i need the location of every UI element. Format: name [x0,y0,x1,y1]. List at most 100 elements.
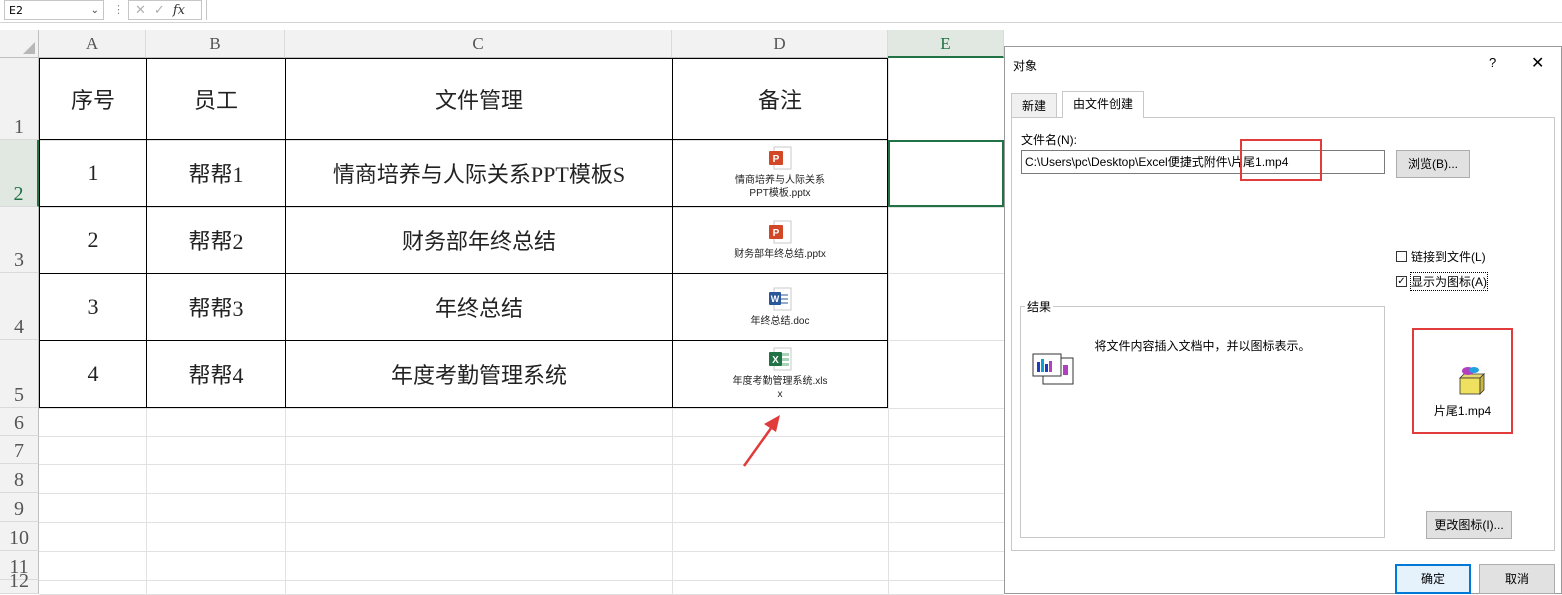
gridline-horizontal [39,464,1004,465]
browse-button[interactable]: 浏览(B)... [1396,150,1470,178]
cell-attachment[interactable]: W 年终总结.doc [672,273,888,341]
selected-cell-border [888,140,1004,207]
name-box[interactable]: E2 ⌄ [4,0,104,20]
dialog-title: 对象 [1013,59,1038,73]
attachment-name: 年度考勤管理系统.xlsx [732,376,828,400]
filename-label: 文件名(N): [1021,133,1077,147]
tab-new[interactable]: 新建 [1011,93,1058,117]
powerpoint-icon: P [769,146,792,170]
header-cell-file[interactable]: 文件管理 [285,58,673,140]
result-text: 将文件内容插入文档中，并以图标表示。 [1094,339,1311,353]
embedded-object[interactable]: P 财务部年终总结.pptx [673,220,887,261]
embed-result-icon [1032,353,1074,385]
object-dialog: 对象 ? ✕ 新建 由文件创建 文件名(N): C:\Users\pc\Desk… [1004,46,1562,594]
filename-highlight [1240,139,1322,181]
row-header-12[interactable]: 12 [0,570,39,594]
package-icon [1459,367,1485,395]
header-cell-no[interactable]: 序号 [39,58,147,140]
row-header-8[interactable]: 8 [0,464,39,493]
icon-preview-caption: 片尾1.mp4 [1433,404,1492,418]
select-all-corner[interactable] [0,30,39,58]
gridline-vertical [888,58,889,594]
powerpoint-icon: P [769,220,792,243]
filename-input[interactable]: C:\Users\pc\Desktop\Excel便捷式附件\片尾1.mp4 [1021,150,1385,174]
row-header-2[interactable]: 2 [0,140,39,207]
help-icon[interactable]: ? [1489,55,1496,70]
cell-file[interactable]: 财务部年终总结 [285,206,673,274]
column-header-b[interactable]: B [146,30,285,58]
cell-employee[interactable]: 帮帮3 [146,273,286,341]
cell-file[interactable]: 情商培养与人际关系PPT模板S [285,139,673,207]
gridline-horizontal [39,522,1004,523]
column-header-a[interactable]: A [39,30,146,58]
header-cell-employee[interactable]: 员工 [146,58,286,140]
more-options-icon[interactable]: ⋮ [113,3,124,16]
word-icon: W [769,287,792,310]
attachment-name: 年终总结.doc [750,315,810,327]
formula-input[interactable] [206,0,1562,20]
excel-icon: X [769,347,792,371]
gridline-horizontal [39,408,1004,409]
insert-function-icon[interactable]: fx [173,3,185,18]
row-header-5[interactable]: 5 [0,340,39,408]
row-header-6[interactable]: 6 [0,408,39,436]
name-box-value: E2 [9,4,23,17]
display-as-icon-checkbox[interactable]: ✓ 显示为图标(A) [1396,272,1488,291]
column-header-c[interactable]: C [285,30,672,58]
cell-no[interactable]: 3 [39,273,147,341]
chevron-down-icon[interactable]: ⌄ [91,1,99,21]
cell-attachment[interactable]: X 年度考勤管理系统.xlsx [672,340,888,408]
embedded-object[interactable]: X 年度考勤管理系统.xlsx [673,347,887,401]
row-header-4[interactable]: 4 [0,273,39,340]
link-to-file-label: 链接到文件(L) [1411,250,1486,264]
gridline-horizontal [39,436,1004,437]
icon-preview: 片尾1.mp4 [1412,328,1513,434]
gridline-horizontal [39,493,1004,494]
gridline-horizontal [39,580,1004,581]
svg-text:W: W [771,294,780,304]
checkbox-unchecked[interactable] [1396,251,1407,262]
gridline-horizontal [39,551,1004,552]
cancel-icon[interactable]: ✕ [135,3,146,18]
embedded-object[interactable]: W 年终总结.doc [673,287,887,328]
cell-file[interactable]: 年度考勤管理系统 [285,340,673,408]
formula-buttons: ✕ ✓ fx [128,0,202,20]
close-icon[interactable]: ✕ [1531,53,1544,73]
cell-no[interactable]: 4 [39,340,147,408]
row-header-7[interactable]: 7 [0,436,39,464]
data-table: 序号 员工 文件管理 备注 1 帮帮1 情商培养与人际关系PPT模板S P 情商… [39,58,888,408]
attachment-name: 情商培养与人际关系PPT模板.pptx [735,175,825,199]
row-header-1[interactable]: 1 [0,58,39,140]
attachment-name: 财务部年终总结.pptx [734,248,826,260]
row-header-10[interactable]: 10 [0,522,39,551]
cancel-button[interactable]: 取消 [1479,564,1555,594]
svg-text:P: P [773,228,780,239]
confirm-icon[interactable]: ✓ [154,3,165,18]
header-cell-note[interactable]: 备注 [672,58,888,140]
cell-attachment[interactable]: P 财务部年终总结.pptx [672,206,888,274]
row-header-3[interactable]: 3 [0,207,39,273]
cell-employee[interactable]: 帮帮1 [146,139,286,207]
result-title: 结果 [1025,298,1054,315]
annotation-arrow [742,415,780,467]
svg-text:P: P [773,154,780,165]
row-header-9[interactable]: 9 [0,493,39,522]
embedded-object[interactable]: P 情商培养与人际关系PPT模板.pptx [673,146,887,200]
column-header-e[interactable]: E [888,30,1004,58]
result-group: 结果 将文件内容插入文档中，并以图标表示。 [1020,298,1385,538]
cell-employee[interactable]: 帮帮4 [146,340,286,408]
cell-attachment[interactable]: P 情商培养与人际关系PPT模板.pptx [672,139,888,207]
svg-text:X: X [772,355,779,366]
tab-create-from-file[interactable]: 由文件创建 [1062,91,1145,118]
column-header-d[interactable]: D [672,30,888,58]
cell-no[interactable]: 1 [39,139,147,207]
cell-file[interactable]: 年终总结 [285,273,673,341]
cell-employee[interactable]: 帮帮2 [146,206,286,274]
ok-button[interactable]: 确定 [1395,564,1471,594]
cell-no[interactable]: 2 [39,206,147,274]
change-icon-button[interactable]: 更改图标(I)... [1426,511,1512,539]
checkbox-checked[interactable]: ✓ [1396,276,1407,287]
formula-bar: E2 ⌄ ⋮ ✕ ✓ fx [0,0,1562,23]
link-to-file-checkbox[interactable]: 链接到文件(L) [1396,248,1486,265]
spreadsheet-grid: ABCDE 1 2 3 4 5 6 7 8 9 10 11 12 序号 员工 文件管理 备注 1 帮帮… [0,30,1004,595]
